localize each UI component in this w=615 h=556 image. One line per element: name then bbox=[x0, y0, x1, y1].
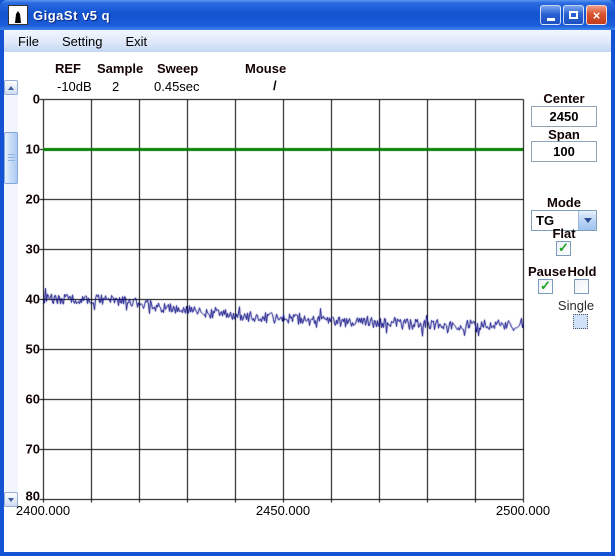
y-tick-label: 60 bbox=[10, 392, 40, 407]
close-icon: × bbox=[593, 9, 601, 22]
minimize-icon bbox=[547, 18, 555, 21]
ref-label: REF bbox=[55, 61, 81, 76]
x-tick-label: 2450.000 bbox=[256, 503, 310, 518]
x-tick-label: 2500.000 bbox=[496, 503, 550, 518]
sample-value: 2 bbox=[112, 79, 119, 94]
sample-label: Sample bbox=[97, 61, 143, 76]
hold-checkbox[interactable] bbox=[574, 279, 589, 294]
center-label: Center bbox=[531, 91, 597, 106]
chevron-down-icon bbox=[584, 218, 592, 223]
close-button[interactable]: × bbox=[586, 5, 607, 25]
single-label: Single bbox=[553, 298, 599, 313]
window-title: GigaSt v5 q bbox=[33, 8, 110, 23]
arrow-up-icon bbox=[8, 86, 14, 90]
menu-setting[interactable]: Setting bbox=[53, 32, 111, 51]
maximize-button[interactable] bbox=[563, 5, 584, 25]
title-bar[interactable]: GigaSt v5 q × bbox=[0, 0, 615, 30]
ref-value: -10dB bbox=[57, 79, 92, 94]
y-tick-label: 10 bbox=[10, 142, 40, 157]
mouse-value: / bbox=[273, 78, 277, 93]
pause-label: Pause bbox=[528, 264, 564, 279]
scrollbar-thumb[interactable] bbox=[4, 132, 18, 184]
y-tick-label: 50 bbox=[10, 342, 40, 357]
span-input[interactable] bbox=[531, 141, 597, 162]
spectrum-peak-icon bbox=[11, 10, 25, 24]
y-tick-label: 80 bbox=[10, 489, 40, 504]
maximize-icon bbox=[569, 11, 578, 19]
mode-label: Mode bbox=[531, 195, 597, 210]
single-checkbox[interactable] bbox=[573, 314, 588, 329]
checkmark-icon: ✓ bbox=[540, 279, 551, 292]
y-tick-label: 30 bbox=[10, 242, 40, 257]
sweep-value: 0.45sec bbox=[154, 79, 200, 94]
mouse-label: Mouse bbox=[245, 61, 286, 76]
y-tick-label: 0 bbox=[10, 92, 40, 107]
y-tick-label: 70 bbox=[10, 442, 40, 457]
x-tick-label: 2400.000 bbox=[16, 503, 70, 518]
center-input[interactable] bbox=[531, 106, 597, 127]
flat-label: Flat bbox=[531, 226, 597, 241]
menu-exit[interactable]: Exit bbox=[116, 32, 156, 51]
checkmark-icon: ✓ bbox=[558, 241, 569, 254]
pause-checkbox[interactable]: ✓ bbox=[538, 279, 553, 294]
minimize-button[interactable] bbox=[540, 5, 561, 25]
client-area bbox=[4, 52, 611, 552]
window-controls: × bbox=[540, 5, 607, 25]
y-tick-label: 20 bbox=[10, 192, 40, 207]
flat-checkbox[interactable]: ✓ bbox=[556, 241, 571, 256]
app-icon bbox=[8, 5, 28, 25]
span-label: Span bbox=[531, 127, 597, 142]
app-window: GigaSt v5 q × File Setting Exit REF -10d… bbox=[0, 0, 615, 556]
menu-file[interactable]: File bbox=[9, 32, 48, 51]
menu-bar: File Setting Exit bbox=[4, 30, 611, 52]
sweep-label: Sweep bbox=[157, 61, 198, 76]
y-tick-label: 40 bbox=[10, 292, 40, 307]
hold-label: Hold bbox=[565, 264, 599, 279]
